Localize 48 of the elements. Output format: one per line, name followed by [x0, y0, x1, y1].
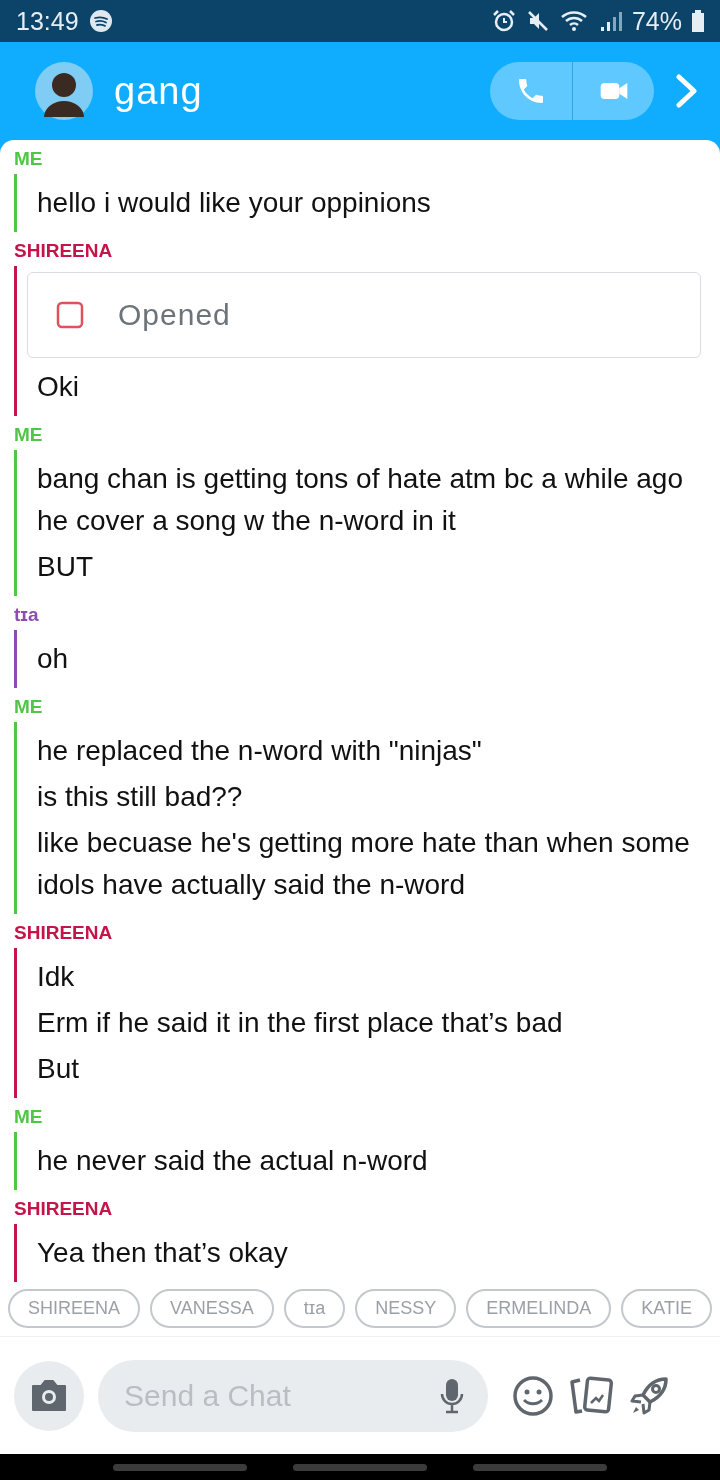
- snap-status: Opened: [118, 298, 231, 332]
- chat-message: oh: [36, 642, 70, 676]
- snap-square-icon: [56, 301, 84, 329]
- member-chip[interactable]: ERMELINDA: [466, 1289, 612, 1328]
- music-app-icon: [88, 9, 113, 33]
- navigation-handle[interactable]: [113, 1463, 247, 1471]
- chevron-right-icon[interactable]: [674, 74, 700, 108]
- status-time: 13:49: [16, 6, 79, 36]
- cards-icon[interactable]: [568, 1375, 614, 1416]
- member-chip[interactable]: VANESSA: [150, 1289, 274, 1328]
- sender-name: ME: [13, 423, 44, 447]
- camera-icon: [29, 1377, 69, 1414]
- smiley-icon[interactable]: [512, 1374, 554, 1417]
- member-chip[interactable]: NESSY: [355, 1289, 457, 1328]
- navigation-handle[interactable]: [293, 1463, 427, 1471]
- chat-message: BUT: [36, 550, 94, 584]
- avatar-icon: [34, 61, 94, 121]
- battery-icon: [692, 9, 704, 33]
- chat-message: he replaced the n-word with "ninjas": [36, 734, 483, 768]
- sender-name: SHIREENA: [13, 239, 114, 263]
- sender-name: ME: [13, 1105, 44, 1129]
- chat-message: he never said the actual n-word: [36, 1144, 429, 1178]
- chat-message: Idk: [36, 960, 76, 994]
- chat-message: Oki: [36, 370, 80, 404]
- sender-name: tɪa: [13, 603, 40, 627]
- member-chip[interactable]: tɪa: [283, 1289, 346, 1328]
- member-chip[interactable]: KATIE: [621, 1289, 712, 1328]
- chat-message: hello i would like your oppinions: [36, 186, 432, 220]
- battery-percentage: 74%: [631, 6, 682, 36]
- chat-message: Yea then that’s okay: [36, 1236, 289, 1270]
- sender-name: ME: [13, 695, 44, 719]
- chat-message: like becuase he's getting more hate than when some idols have actually said the n-word: [36, 826, 691, 902]
- mute-icon: [525, 9, 550, 33]
- navigation-handle[interactable]: [473, 1463, 607, 1471]
- chat-message: But: [36, 1052, 81, 1086]
- member-chip[interactable]: SHIREENA: [8, 1289, 141, 1328]
- sender-name: SHIREENA: [13, 921, 114, 945]
- microphone-icon[interactable]: [440, 1377, 464, 1414]
- sender-name: ME: [13, 147, 44, 171]
- signal-icon: [599, 9, 622, 33]
- opened-snap-card[interactable]: Opened: [27, 272, 701, 358]
- chat-message: Erm if he said it in the first place that’s bad: [36, 1006, 564, 1040]
- sender-name: SHIREENA: [13, 1197, 114, 1221]
- chat-message: bang chan is getting tons of hate atm bc a while ago he cover a song w the n-word in it: [36, 462, 684, 538]
- alarm-icon: [491, 9, 516, 33]
- chat-title: gang: [114, 69, 204, 113]
- rocket-icon[interactable]: [628, 1374, 670, 1417]
- chat-message: is this still bad??: [36, 780, 244, 814]
